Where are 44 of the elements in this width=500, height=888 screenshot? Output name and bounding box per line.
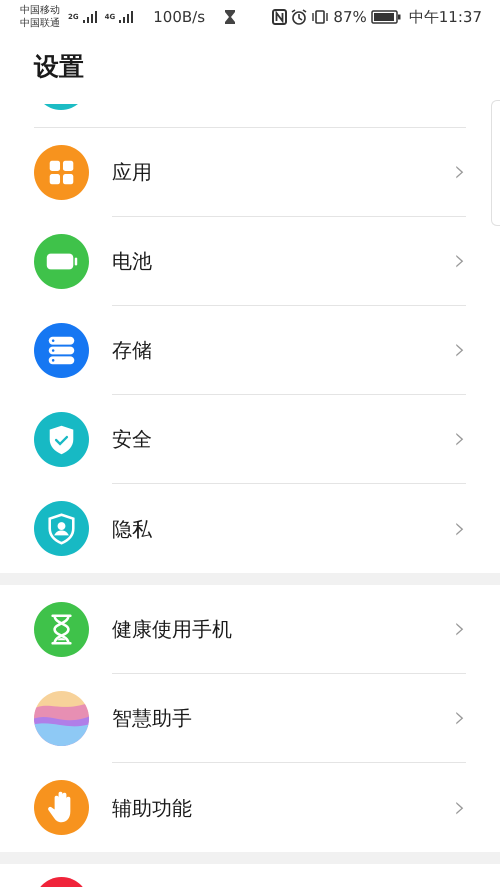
settings-item[interactable]: 智慧助手 › (34, 674, 500, 763)
alarm-icon (291, 9, 308, 25)
carrier-name: 中国移动 (20, 4, 60, 17)
chevron-icon: › (454, 792, 466, 822)
network-speed: 100B/s (153, 6, 206, 28)
item-label: 存储 (112, 337, 152, 364)
chevron-icon: › (454, 246, 466, 276)
settings-item[interactable]: 存储 › (34, 306, 500, 395)
item-label: 安全 (112, 426, 152, 453)
settings-item[interactable]: 健康使用手机 › (34, 585, 500, 674)
signal-icon (82, 11, 97, 23)
battery-percent: 87% (333, 6, 367, 28)
chevron-icon: › (454, 514, 466, 544)
hourglass-icon (225, 10, 236, 24)
item-label: 智慧助手 (112, 705, 192, 732)
nfc-icon (272, 9, 288, 25)
chevron-icon: › (454, 614, 466, 644)
chevron-icon: › (454, 703, 466, 733)
settings-item[interactable]: 隐私 › (34, 484, 500, 573)
item-label: 隐私 (112, 516, 152, 542)
chevron-icon: › (454, 424, 466, 454)
chevron-icon: › (454, 157, 466, 187)
hand-icon (34, 780, 89, 835)
battery-icon (370, 10, 401, 24)
item-label: 辅助功能 (112, 794, 192, 822)
hourglass-icon (34, 602, 89, 657)
item-label: 应用 (112, 159, 152, 186)
item-label: 电池 (112, 248, 152, 275)
signal-icon (119, 11, 134, 23)
vibrate-icon (311, 9, 330, 25)
storage-icon (34, 323, 89, 378)
carrier-name: 中国联通 (20, 17, 60, 30)
settings-item[interactable]: 电池 › (34, 217, 500, 306)
page-title: 设置 (32, 51, 85, 83)
shield-check-icon (34, 412, 89, 467)
privacy-shield-icon (34, 501, 89, 556)
settings-item[interactable]: 辅助功能 › (34, 763, 500, 852)
settings-item[interactable]: 安全 › (34, 395, 500, 484)
item-label: 健康使用手机 (112, 616, 232, 643)
chevron-icon: › (454, 335, 466, 365)
grid-icon (34, 145, 89, 200)
clock-time: 中午11:37 (408, 6, 482, 28)
battery-icon (34, 234, 89, 289)
settings-item[interactable]: 应用 › (34, 128, 500, 217)
